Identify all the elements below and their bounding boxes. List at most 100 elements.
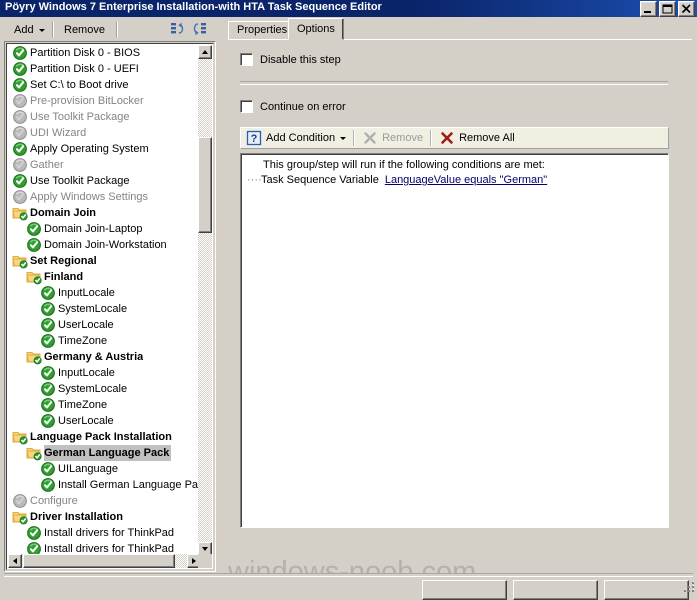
folder-check-icon	[26, 349, 42, 365]
chevron-down-icon	[38, 28, 45, 32]
remove-step-button[interactable]: Remove	[58, 20, 111, 40]
green-check-icon	[12, 173, 28, 189]
tree-item[interactable]: Germany & Austria	[8, 349, 201, 365]
green-check-icon	[12, 493, 28, 509]
red-x-icon	[439, 130, 455, 146]
condition-type-label: Task Sequence Variable	[261, 174, 379, 186]
resize-grip[interactable]	[682, 580, 696, 594]
tree-item[interactable]: Apply Operating System	[8, 141, 201, 157]
tree-item[interactable]: TimeZone	[8, 333, 201, 349]
green-check-icon	[40, 413, 56, 429]
move-up-icon[interactable]	[170, 21, 188, 38]
green-check-icon	[12, 189, 28, 205]
add-condition-button[interactable]: ? Add Condition	[241, 128, 351, 148]
footer-button-1[interactable]	[422, 580, 507, 600]
tree-hscroll-thumb[interactable]	[23, 554, 175, 568]
green-check-icon	[40, 333, 56, 349]
tree-item[interactable]: Pre-provision BitLocker	[8, 93, 201, 109]
folder-check-icon	[12, 205, 28, 221]
remove-condition-button[interactable]: Remove	[357, 128, 428, 148]
condition-toolbar-separator-1	[353, 130, 356, 146]
continue-on-error-row[interactable]: Continue on error	[240, 100, 346, 113]
footer-button-3[interactable]	[604, 580, 689, 600]
tree-item[interactable]: SystemLocale	[8, 301, 201, 317]
tree-item[interactable]: UserLocale	[8, 413, 201, 429]
folder-check-icon	[12, 509, 28, 525]
condition-list[interactable]: This group/step will run if the followin…	[240, 153, 669, 528]
scroll-left-button[interactable]	[8, 554, 22, 568]
condition-row[interactable]: ···· Task Sequence Variable LanguageValue …	[241, 173, 668, 188]
tab-options[interactable]: Options	[288, 18, 344, 40]
tree-item[interactable]: Install German Language Pack	[8, 477, 201, 493]
tree-item[interactable]: Domain Join-Laptop	[8, 221, 201, 237]
tree-item[interactable]: SystemLocale	[8, 381, 201, 397]
tree-horizontal-scrollbar[interactable]	[8, 554, 201, 568]
green-check-icon	[12, 77, 28, 93]
green-check-icon	[12, 141, 28, 157]
green-check-icon	[12, 45, 28, 61]
tree-item[interactable]: Domain Join-Workstation	[8, 237, 201, 253]
maximize-button[interactable]	[659, 1, 676, 17]
tree-item-label: Set Regional	[30, 255, 97, 267]
scrollbar-corner	[198, 554, 212, 568]
tree-item-label: German Language Pack	[44, 445, 172, 461]
tab-properties[interactable]: Properties	[228, 21, 297, 39]
tree-item-label: TimeZone	[58, 335, 108, 347]
tree-item[interactable]: Use Toolkit Package	[8, 109, 201, 125]
tree-item[interactable]: TimeZone	[8, 397, 201, 413]
tree-item[interactable]: UDI Wizard	[8, 125, 201, 141]
condition-value-link[interactable]: LanguageValue equals "German"	[385, 173, 547, 188]
add-condition-label: Add Condition	[266, 132, 336, 144]
tree-item[interactable]: Gather	[8, 157, 201, 173]
task-sequence-tree[interactable]: Partition Disk 0 - BIOS Partition Disk 0 …	[8, 45, 201, 556]
toolbar-separator-1	[52, 22, 54, 37]
tree-item[interactable]: Finland	[8, 269, 201, 285]
tree-vertical-scrollbar[interactable]	[198, 45, 212, 556]
tree-item[interactable]: UserLocale	[8, 317, 201, 333]
tree-scroll-thumb[interactable]	[198, 137, 212, 233]
minimize-button[interactable]	[640, 1, 657, 17]
add-button[interactable]: Add	[8, 20, 51, 40]
continue-on-error-label: Continue on error	[260, 100, 346, 113]
tree-item[interactable]: InputLocale	[8, 365, 201, 381]
add-button-label: Add	[14, 24, 34, 36]
footer-button-2[interactable]	[513, 580, 598, 600]
folder-check-icon	[12, 429, 28, 445]
tab-properties-label: Properties	[237, 24, 288, 36]
move-down-icon[interactable]	[192, 21, 210, 38]
tree-item-label: InputLocale	[58, 367, 115, 379]
disable-step-checkbox[interactable]	[240, 53, 253, 66]
remove-all-conditions-button[interactable]: Remove All	[434, 128, 520, 148]
arrow-down-icon	[202, 547, 208, 551]
tree-item[interactable]: Partition Disk 0 - UEFI	[8, 61, 201, 77]
tree-item-label: Driver Installation	[30, 511, 123, 523]
tree-item[interactable]: Set C:\ to Boot drive	[8, 77, 201, 93]
tree-item[interactable]: Domain Join	[8, 205, 201, 221]
tree-item[interactable]: UILanguage	[8, 461, 201, 477]
tree-item[interactable]: Configure	[8, 493, 201, 509]
green-check-icon	[26, 237, 42, 253]
arrow-up-icon	[202, 50, 208, 54]
tree-item-label: Gather	[30, 159, 64, 171]
tree-item[interactable]: Use Toolkit Package	[8, 173, 201, 189]
close-button[interactable]	[678, 1, 695, 17]
tree-item-label: UserLocale	[58, 415, 114, 427]
tree-item[interactable]: InputLocale	[8, 285, 201, 301]
tree-item-label: SystemLocale	[58, 383, 128, 395]
folder-check-icon	[26, 269, 42, 285]
scroll-up-button[interactable]	[198, 45, 212, 59]
tree-item[interactable]: Install drivers for ThinkPad	[8, 525, 201, 541]
tree-item[interactable]: Apply Windows Settings	[8, 189, 201, 205]
tree-item[interactable]: Language Pack Installation	[8, 429, 201, 445]
tree-item[interactable]: Set Regional	[8, 253, 201, 269]
tree-item-label: Use Toolkit Package	[30, 111, 130, 123]
continue-on-error-checkbox[interactable]	[240, 100, 253, 113]
green-check-icon	[12, 125, 28, 141]
green-check-icon	[12, 61, 28, 77]
tree-item-label: Install German Language Pack	[58, 479, 201, 491]
footer-divider	[4, 573, 693, 577]
tree-item[interactable]: Partition Disk 0 - BIOS	[8, 45, 201, 61]
tree-item[interactable]: German Language Pack	[8, 445, 201, 461]
disable-step-row[interactable]: Disable this step	[240, 53, 341, 66]
tree-item[interactable]: Driver Installation	[8, 509, 201, 525]
